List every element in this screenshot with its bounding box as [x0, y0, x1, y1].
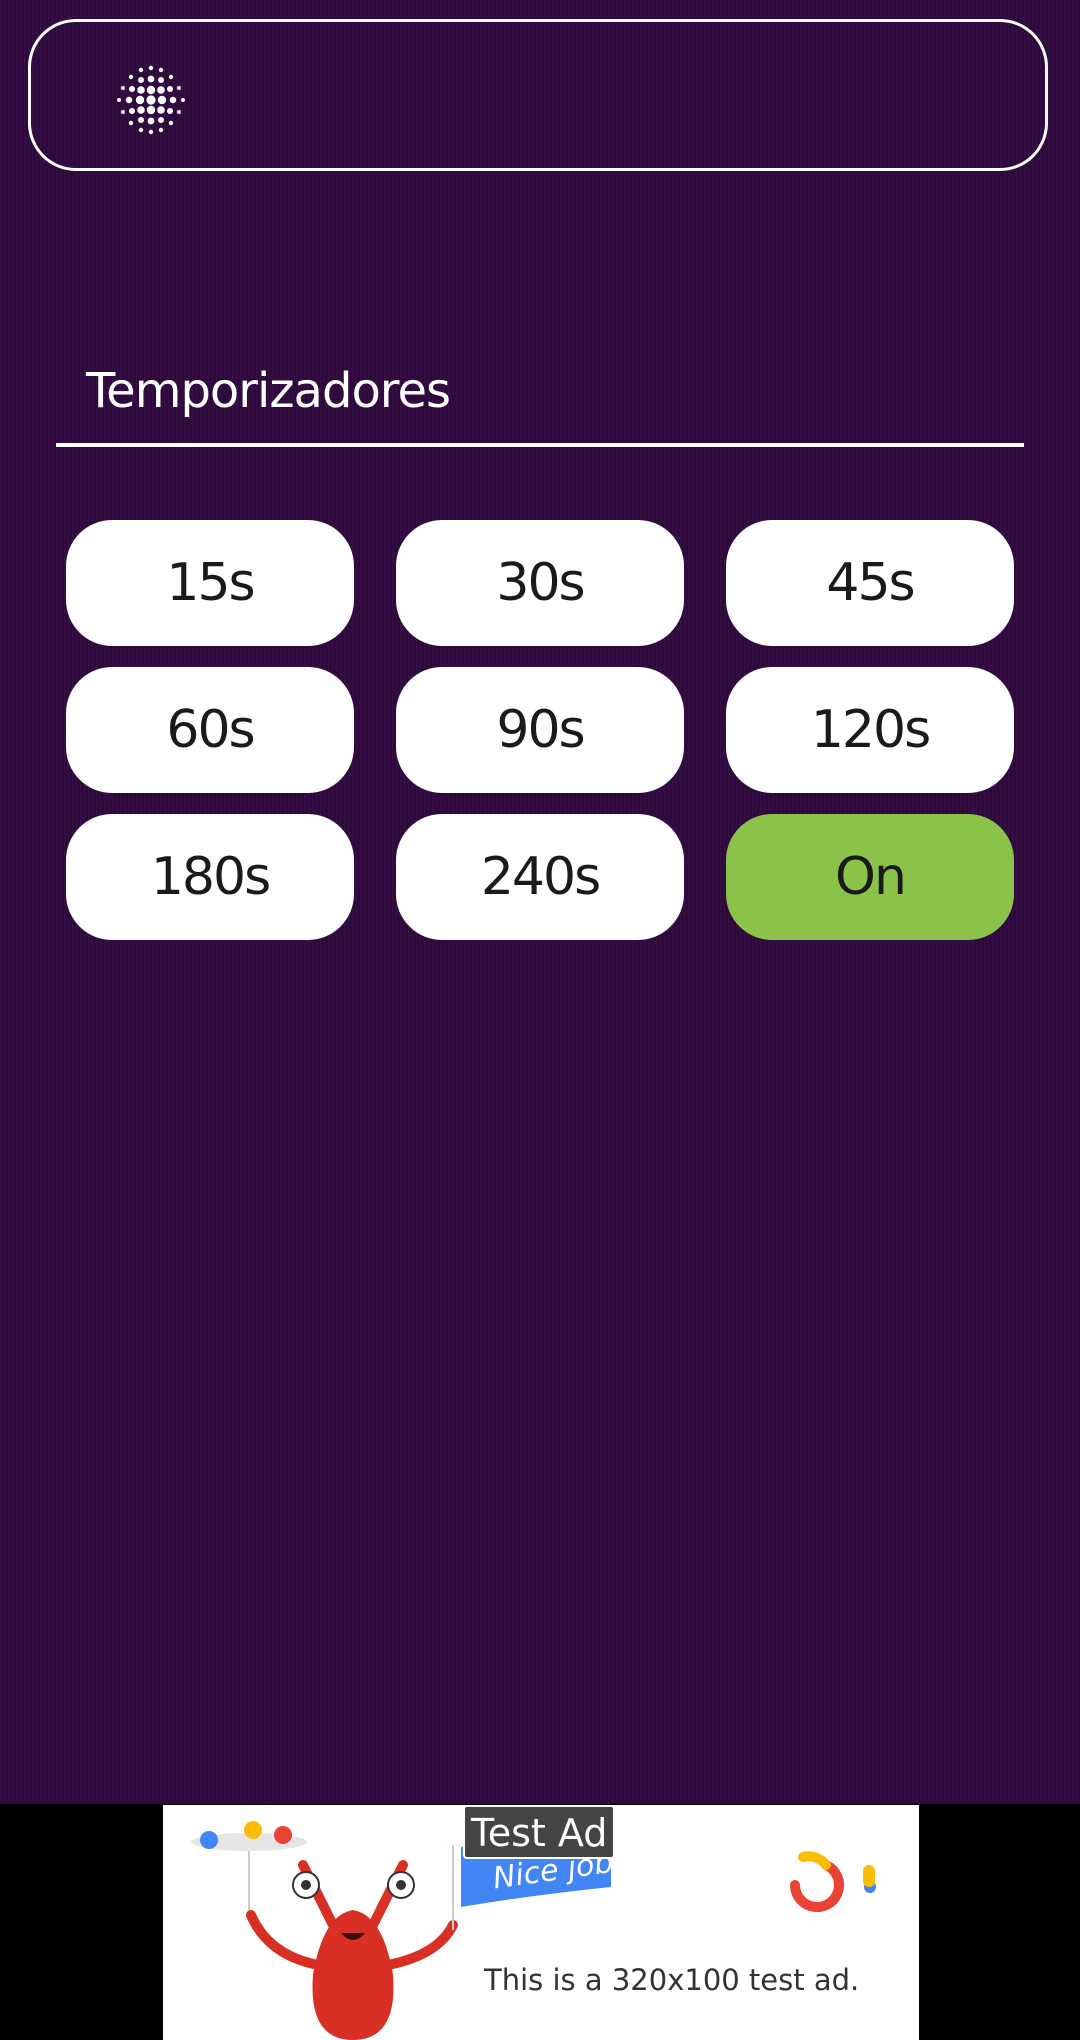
section-divider: [56, 443, 1024, 447]
timer-grid: 15s 30s 45s 60s 90s 120s 180s 240s On: [66, 520, 1014, 940]
timer-button-15s[interactable]: 15s: [66, 520, 354, 646]
timer-button-90s[interactable]: 90s: [396, 667, 684, 793]
timer-button-45s[interactable]: 45s: [726, 520, 1014, 646]
timer-button-240s[interactable]: 240s: [396, 814, 684, 940]
timer-button-on[interactable]: On: [726, 814, 1014, 940]
timer-button-180s[interactable]: 180s: [66, 814, 354, 940]
ad-description: This is a 320x100 test ad.: [484, 1963, 860, 1997]
test-ad-badge: Test Ad: [463, 1805, 616, 1859]
timer-button-120s[interactable]: 120s: [726, 667, 1014, 793]
dotted-circle-icon[interactable]: [111, 60, 191, 140]
top-panel: [28, 19, 1048, 171]
timer-button-60s[interactable]: 60s: [66, 667, 354, 793]
timer-button-30s[interactable]: 30s: [396, 520, 684, 646]
section-title: Temporizadores: [86, 363, 451, 419]
